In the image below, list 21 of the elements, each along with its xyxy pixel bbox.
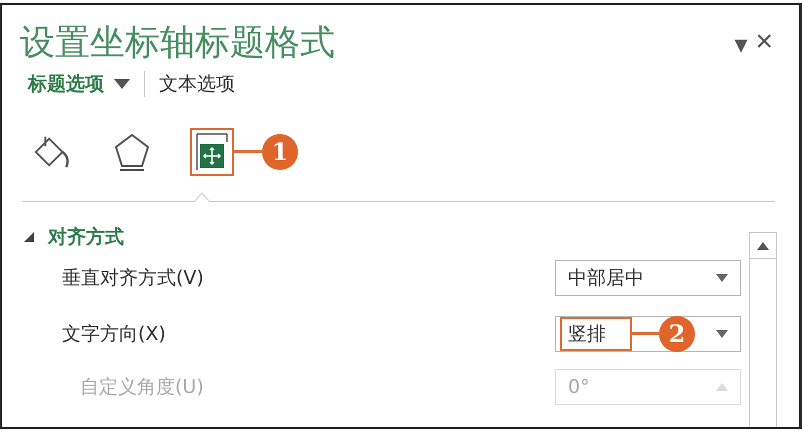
field-label: 文字方向(X) [62, 322, 167, 346]
options-tab[interactable]: 文本选项 [159, 70, 235, 96]
collapse-triangle-icon[interactable] [24, 232, 34, 242]
field-label: 垂直对齐方式(V) [62, 266, 205, 290]
size-properties-icon [195, 132, 229, 172]
category-button[interactable] [190, 128, 234, 176]
dropdown-field[interactable]: 中部居中 [555, 260, 741, 296]
spin-up-icon [716, 382, 728, 390]
pane-title: 设置坐标轴标题格式 [20, 22, 336, 65]
field-label: 自定义角度(U) [80, 374, 205, 400]
caret-icon [716, 274, 728, 282]
close-button[interactable]: × [751, 27, 777, 57]
pentagon-icon [113, 132, 151, 172]
callout-number: 1 [262, 134, 298, 170]
pane-menu-button[interactable]: ▾ [730, 31, 752, 57]
scrollbar[interactable] [749, 232, 777, 427]
caret-icon [716, 330, 728, 338]
section-heading: 对齐方式 [48, 224, 124, 250]
up-arrow-icon [757, 242, 769, 250]
options-tab[interactable]: 标题选项 [28, 70, 130, 96]
caret-icon [114, 78, 130, 88]
